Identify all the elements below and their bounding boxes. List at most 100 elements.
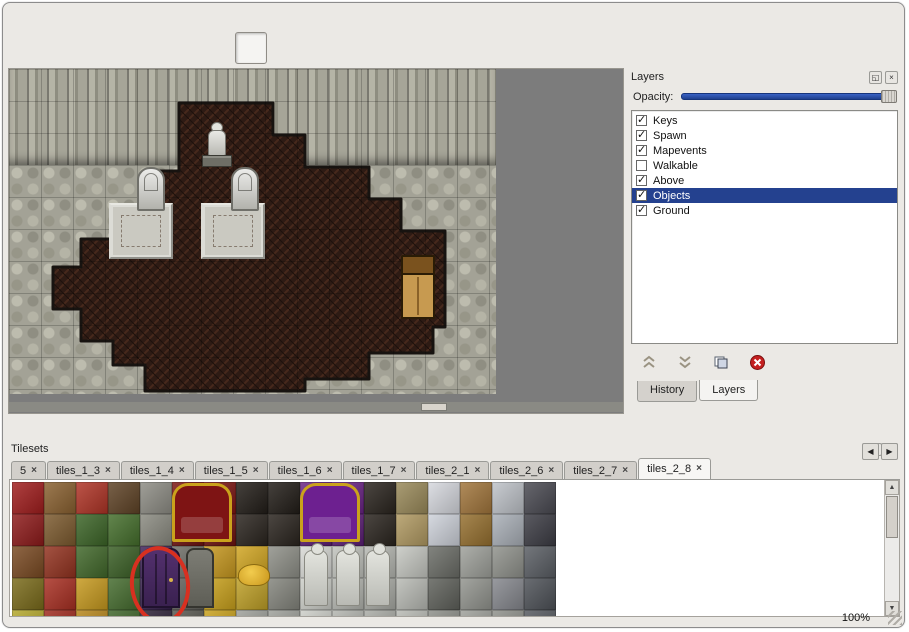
menu-item[interactable]	[76, 17, 80, 19]
tab-close-icon[interactable]: ×	[253, 466, 259, 476]
tileset-tile[interactable]	[76, 482, 108, 514]
tileset-tile[interactable]	[396, 482, 428, 514]
tileset-tile[interactable]	[268, 578, 300, 610]
menu-item[interactable]	[118, 17, 122, 19]
layer-visibility-checkbox[interactable]	[636, 130, 647, 141]
tileset-tab[interactable]: tiles_1_4 ×	[121, 461, 194, 479]
tileset-tile[interactable]	[524, 578, 556, 610]
tileset-view[interactable]: ▲ ▼	[9, 480, 900, 617]
map-horizontal-scrollbar[interactable]	[9, 402, 623, 412]
tileset-tile[interactable]	[108, 514, 140, 546]
purple-door-tile[interactable]	[142, 548, 180, 608]
tileset-tile[interactable]	[12, 482, 44, 514]
tab-close-icon[interactable]: ×	[622, 466, 628, 476]
layer-row[interactable]: Keys	[632, 113, 897, 128]
menu-item[interactable]	[55, 17, 59, 19]
tileset-tile[interactable]	[140, 514, 172, 546]
tileset-tile[interactable]	[12, 546, 44, 578]
tileset-tile[interactable]	[396, 578, 428, 610]
duplicate-layer-button[interactable]	[711, 353, 731, 371]
opacity-slider[interactable]	[681, 90, 896, 103]
tileset-tile[interactable]	[428, 578, 460, 610]
resize-grip[interactable]	[888, 611, 902, 625]
tab-close-icon[interactable]: ×	[696, 464, 702, 474]
layer-visibility-checkbox[interactable]	[636, 205, 647, 216]
tileset-tab[interactable]: tiles_2_1 ×	[416, 461, 489, 479]
tileset-tile[interactable]	[396, 546, 428, 578]
tab-close-icon[interactable]: ×	[31, 466, 37, 476]
layer-row[interactable]: Mapevents	[632, 143, 897, 158]
tileset-vertical-scrollbar[interactable]: ▲ ▼	[884, 480, 899, 616]
tileset-tile[interactable]	[12, 578, 44, 610]
tileset-tile[interactable]	[524, 482, 556, 514]
tileset-tile[interactable]	[460, 482, 492, 514]
layer-row[interactable]: Spawn	[632, 128, 897, 143]
scrollbar-thumb[interactable]	[886, 496, 898, 538]
tileset-tile[interactable]	[108, 578, 140, 610]
tileset-tile[interactable]	[492, 578, 524, 610]
tileset-tile[interactable]	[76, 546, 108, 578]
tileset-tile[interactable]	[460, 546, 492, 578]
tileset-tile[interactable]	[396, 514, 428, 546]
tileset-tile[interactable]	[108, 546, 140, 578]
tileset-tab[interactable]: tiles_1_6 ×	[269, 461, 342, 479]
tileset-tile[interactable]	[524, 514, 556, 546]
tileset-tile[interactable]	[44, 514, 76, 546]
tileset-tile[interactable]	[236, 514, 268, 546]
tileset-tile[interactable]	[492, 546, 524, 578]
tileset-tile[interactable]	[492, 482, 524, 514]
tileset-tile[interactable]	[76, 514, 108, 546]
tileset-tile[interactable]	[364, 482, 396, 514]
layer-visibility-checkbox[interactable]	[636, 160, 647, 171]
menu-item[interactable]	[97, 17, 101, 19]
tab-close-icon[interactable]: ×	[179, 466, 185, 476]
tileset-tile[interactable]	[492, 514, 524, 546]
panel-tab[interactable]: History	[637, 381, 697, 402]
scroll-tabs-left-icon[interactable]: ◀	[862, 443, 879, 460]
tileset-tile[interactable]	[364, 514, 396, 546]
tileset-tile[interactable]	[268, 546, 300, 578]
statue-tile[interactable]	[304, 550, 328, 606]
tileset-tile[interactable]	[44, 482, 76, 514]
layer-row[interactable]: Walkable	[632, 158, 897, 173]
tab-close-icon[interactable]: ×	[327, 466, 333, 476]
tileset-tile[interactable]	[460, 514, 492, 546]
tileset-tab[interactable]: tiles_1_5 ×	[195, 461, 268, 479]
gargoyle-tile[interactable]	[336, 550, 360, 606]
tab-close-icon[interactable]: ×	[401, 466, 407, 476]
tileset-tile[interactable]	[428, 514, 460, 546]
undo-button[interactable]	[143, 32, 175, 64]
red-throne-tile[interactable]	[172, 483, 232, 542]
delete-layer-button[interactable]	[747, 353, 767, 371]
fill-tool-button[interactable]	[273, 32, 305, 64]
tileset-tile[interactable]	[108, 482, 140, 514]
close-panel-icon[interactable]: ×	[885, 71, 898, 84]
tileset-tile[interactable]	[44, 546, 76, 578]
gargoyle-tile[interactable]	[366, 550, 390, 606]
eraser-tool-button[interactable]	[311, 32, 343, 64]
tileset-tile[interactable]	[140, 482, 172, 514]
move-layer-up-button[interactable]	[639, 353, 659, 371]
stone-door-tile[interactable]	[186, 548, 214, 608]
scroll-up-icon[interactable]: ▲	[885, 480, 899, 495]
layer-row[interactable]: Above	[632, 173, 897, 188]
gold-pile-tile[interactable]	[238, 564, 270, 586]
move-layer-down-button[interactable]	[675, 353, 695, 371]
tileset-tab[interactable]: tiles_2_7 ×	[564, 461, 637, 479]
stamp-tool-button[interactable]	[235, 32, 267, 64]
tileset-tab[interactable]: tiles_2_6 ×	[490, 461, 563, 479]
scroll-tabs-right-icon[interactable]: ▶	[881, 443, 898, 460]
layer-visibility-checkbox[interactable]	[636, 145, 647, 156]
layer-visibility-checkbox[interactable]	[636, 115, 647, 126]
layer-visibility-checkbox[interactable]	[636, 175, 647, 186]
tileset-tab[interactable]: tiles_1_7 ×	[343, 461, 416, 479]
tileset-tile[interactable]	[76, 578, 108, 610]
slider-handle[interactable]	[881, 90, 897, 103]
panel-tab[interactable]: Layers	[699, 380, 758, 401]
layer-row[interactable]: Ground	[632, 203, 897, 218]
tileset-tile[interactable]	[268, 482, 300, 514]
map-canvas[interactable]	[9, 69, 496, 394]
select-tool-button[interactable]	[349, 32, 381, 64]
tab-close-icon[interactable]: ×	[548, 466, 554, 476]
tileset-tile[interactable]	[268, 514, 300, 546]
